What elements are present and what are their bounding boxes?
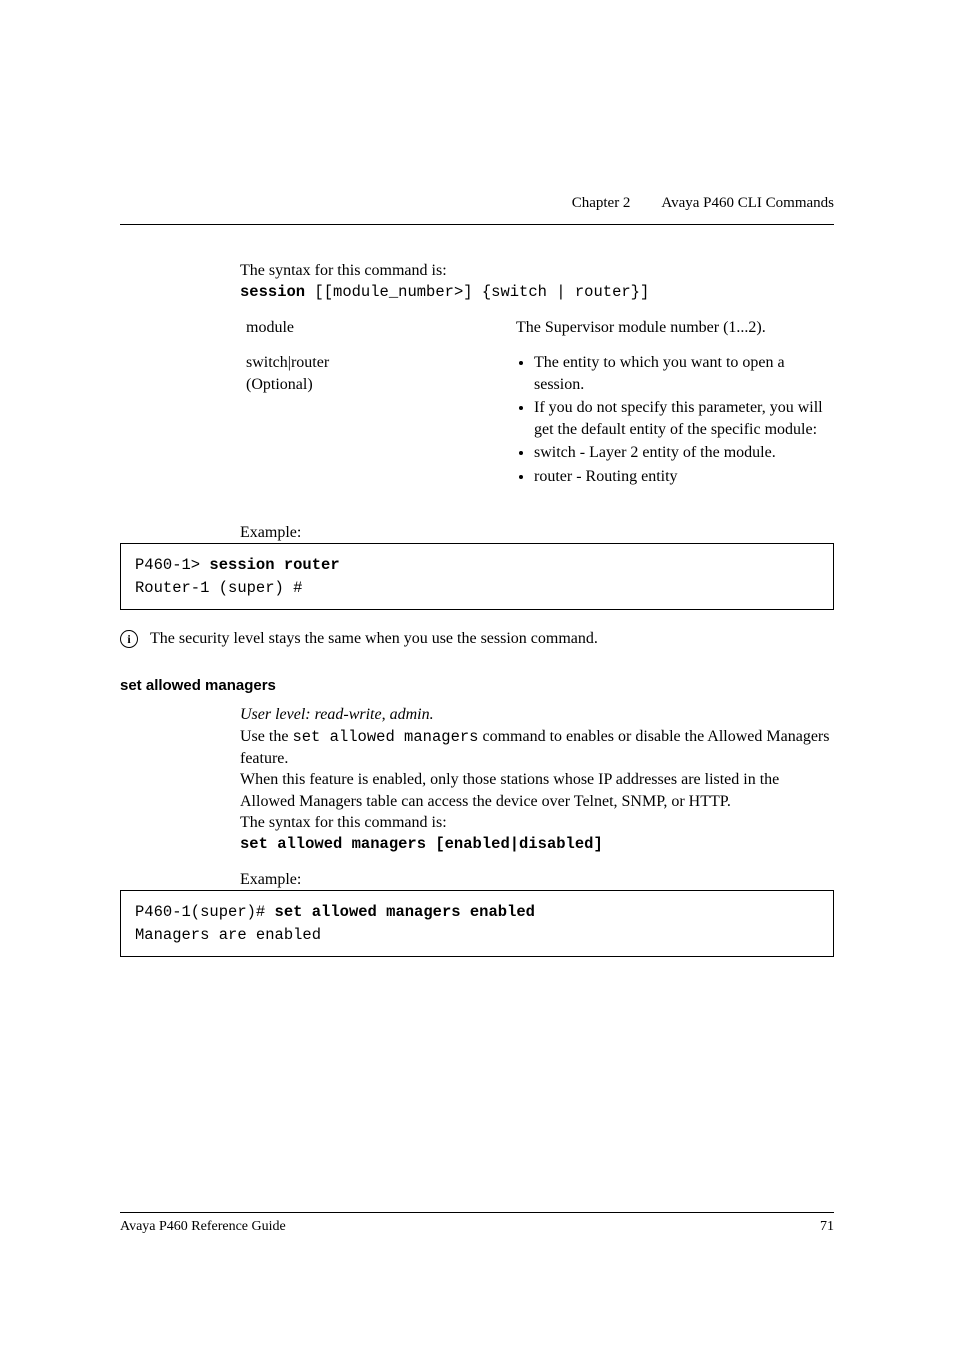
code-example-2: P460-1(super)# set allowed managers enab… [120, 890, 834, 957]
footer-left: Avaya P460 Reference Guide [120, 1219, 286, 1235]
code-cmd: set allowed managers enabled [275, 903, 535, 921]
code-cmd: session router [209, 556, 339, 574]
list-item: If you do not specify this parameter, yo… [534, 397, 834, 440]
note-text: The security level stays the same when y… [150, 628, 598, 650]
params-table: module The Supervisor module number (1..… [240, 317, 834, 504]
syntax-args: [[module_number>] {switch | router}] [305, 283, 649, 301]
user-level: User level: read-write, admin. [240, 704, 834, 726]
section-desc: Use the set allowed managers command to … [240, 726, 834, 770]
code-prompt: P460-1(super)# [135, 903, 275, 921]
syntax-intro-2: The syntax for this command is: [240, 812, 834, 834]
running-header: Chapter 2 Avaya P460 CLI Commands [572, 195, 834, 212]
syntax-line: session [[module_number>] {switch | rout… [240, 282, 834, 303]
section-heading: set allowed managers [120, 676, 834, 696]
example-label-2: Example: [240, 869, 834, 891]
page: Chapter 2 Avaya P460 CLI Commands The sy… [0, 0, 954, 1351]
code-prompt: P460-1> [135, 556, 209, 574]
bullet-list: The entity to which you want to open a s… [516, 352, 834, 488]
syntax-cmd: session [240, 283, 305, 301]
list-item: The entity to which you want to open a s… [534, 352, 834, 395]
code-output: Router-1 (super) # [135, 579, 302, 597]
example-label: Example: [240, 522, 834, 544]
main-content: The syntax for this command is: session … [240, 260, 834, 957]
param-name: switch|router (Optional) [240, 352, 516, 504]
list-item: router - Routing entity [534, 466, 834, 488]
header-title: Avaya P460 CLI Commands [661, 195, 834, 211]
code-example: P460-1> session router Router-1 (super) … [120, 543, 834, 610]
section-desc2: When this feature is enabled, only those… [240, 769, 834, 812]
footer-page-number: 71 [820, 1219, 834, 1235]
code-output: Managers are enabled [135, 926, 321, 944]
info-note: i The security level stays the same when… [120, 628, 834, 650]
chapter-label: Chapter 2 [572, 195, 631, 211]
syntax-cmd-2: set allowed managers [enabled|disabled] [240, 834, 834, 855]
page-footer: Avaya P460 Reference Guide 71 [120, 1212, 834, 1235]
table-row: module The Supervisor module number (1..… [240, 317, 834, 353]
header-rule [120, 224, 834, 225]
param-desc: The entity to which you want to open a s… [516, 352, 834, 504]
syntax-intro: The syntax for this command is: [240, 260, 834, 282]
list-item: switch - Layer 2 entity of the module. [534, 442, 834, 464]
param-desc: The Supervisor module number (1...2). [516, 317, 834, 353]
info-icon: i [120, 630, 138, 648]
param-name: module [240, 317, 516, 353]
table-row: switch|router (Optional) The entity to w… [240, 352, 834, 504]
